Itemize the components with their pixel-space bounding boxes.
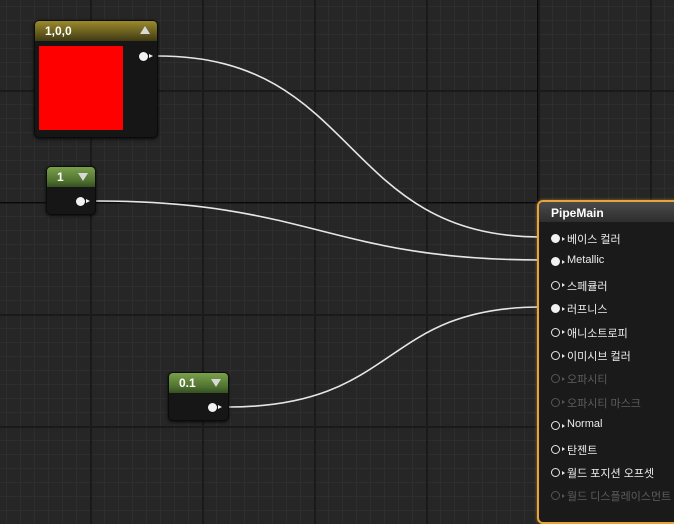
- node-header[interactable]: 1: [47, 167, 95, 187]
- node-title: 0.1: [179, 376, 196, 390]
- material-input-row[interactable]: 애니소트로피: [539, 323, 674, 343]
- material-input-row[interactable]: 오파시티: [539, 369, 674, 389]
- input-label: 스페큘러: [567, 280, 608, 293]
- constant-node-roughness[interactable]: 0.1: [168, 372, 229, 421]
- material-input-row[interactable]: Normal: [539, 416, 674, 436]
- input-label: 러프니스: [567, 304, 608, 317]
- dropdown-arrow-icon[interactable]: [78, 173, 88, 181]
- color-preview-swatch: [39, 46, 123, 130]
- input-pin[interactable]: [551, 444, 565, 454]
- material-input-row[interactable]: 이미시브 컬러: [539, 346, 674, 366]
- input-pin[interactable]: [551, 351, 565, 360]
- input-label: 탄젠트: [567, 444, 598, 457]
- material-input-row[interactable]: 탄젠트: [539, 440, 674, 460]
- input-label: 베이스 컬러: [567, 234, 621, 246]
- input-pin[interactable]: [551, 397, 565, 407]
- wire-roughness-to-roughness[interactable]: [227, 306, 542, 408]
- material-input-row[interactable]: 러프니스: [539, 299, 674, 319]
- input-pin[interactable]: [551, 327, 565, 337]
- output-pin[interactable]: [139, 52, 153, 61]
- material-input-row[interactable]: 베이스 컬러: [539, 229, 674, 249]
- dropdown-arrow-icon[interactable]: [211, 379, 221, 387]
- input-pin[interactable]: [551, 257, 565, 267]
- constant3vector-node[interactable]: 1,0,0: [34, 20, 158, 138]
- material-node-header[interactable]: PipeMain: [539, 202, 674, 222]
- wire-color-to-base-color[interactable]: [157, 55, 542, 238]
- input-pin[interactable]: [551, 421, 565, 431]
- input-pin[interactable]: [551, 234, 565, 243]
- material-input-row[interactable]: 오파시티 마스크: [539, 393, 674, 413]
- input-label: Normal: [567, 418, 603, 431]
- node-title: 1: [57, 170, 64, 184]
- node-title: 1,0,0: [45, 24, 72, 38]
- input-label: 이미시브 컬러: [567, 351, 631, 363]
- node-header[interactable]: 0.1: [169, 373, 228, 393]
- input-label: 애니소트로피: [567, 327, 628, 340]
- wire-metallic-to-metallic[interactable]: [95, 200, 542, 261]
- collapse-icon[interactable]: [140, 26, 150, 34]
- input-label: 오파시티: [567, 374, 608, 387]
- material-input-row[interactable]: 월드 포지션 오프셋: [539, 463, 674, 483]
- input-pin[interactable]: [551, 491, 565, 501]
- material-input-row[interactable]: 스페큘러: [539, 276, 674, 296]
- constant-node-metallic[interactable]: 1: [46, 166, 96, 215]
- input-pin[interactable]: [551, 468, 565, 477]
- output-pin[interactable]: [208, 403, 222, 412]
- material-result-node[interactable]: PipeMain 베이스 컬러 Metallic 스페큘러러프니스애니소트로피이미시…: [537, 200, 674, 524]
- input-label: 월드 포지션 오프셋: [567, 468, 655, 480]
- material-input-row[interactable]: Metallic: [539, 252, 674, 272]
- input-label: 월드 디스플레이스먼트: [567, 491, 672, 504]
- input-label: Metallic: [567, 254, 605, 267]
- input-pin[interactable]: [551, 280, 565, 290]
- input-label: 오파시티 마스크: [567, 397, 641, 410]
- input-pin[interactable]: [551, 304, 565, 314]
- material-node-title: PipeMain: [551, 206, 604, 220]
- node-header[interactable]: 1,0,0: [35, 21, 157, 41]
- output-pin[interactable]: [76, 197, 90, 206]
- input-pin[interactable]: [551, 374, 565, 384]
- material-input-row[interactable]: 월드 디스플레이스먼트: [539, 486, 674, 506]
